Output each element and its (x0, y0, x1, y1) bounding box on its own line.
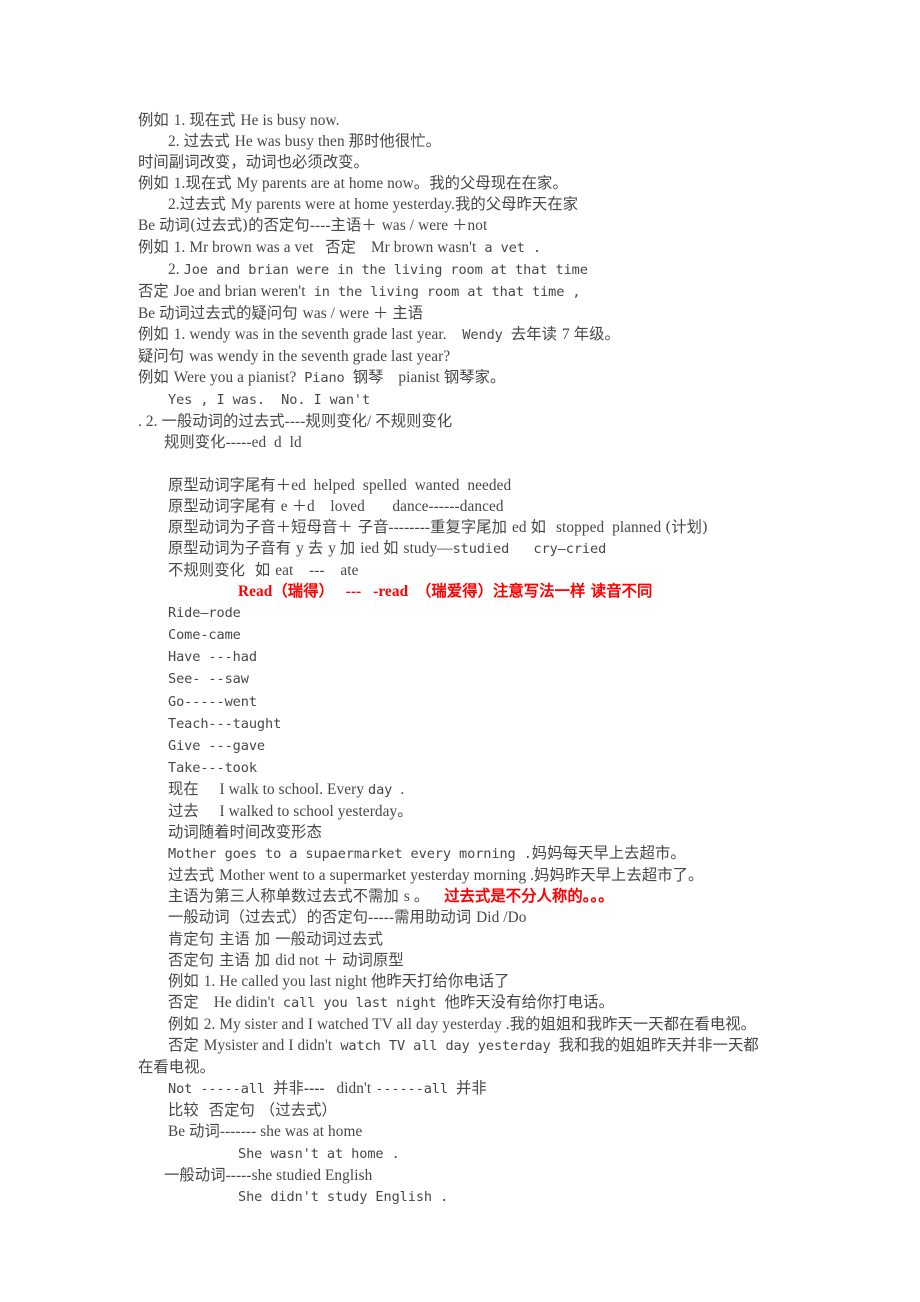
text-line: 疑问句 was wendy in the seventh grade last … (138, 347, 451, 366)
text-line: 原型动词为子音＋短母音＋ 子音--------重复字尾加 ed 如 stoppe… (168, 517, 709, 536)
text-line: 否定 He didin't call you last night 他昨天没有给… (168, 992, 614, 1011)
text-line: Yes , I was. No. I wan't (168, 392, 371, 409)
document-body: 例如 1. 现在式 He is busy now. 2. 过去式 He was … (138, 110, 838, 1208)
text-line: She wasn't at home . (238, 1145, 400, 1162)
text-line: Not -----all 并非---- didn't ------all 并非 (168, 1079, 487, 1098)
text-line: 主语为第三人称单数过去式不需加 s 。 过去式是不分人称的。。。 (168, 887, 614, 906)
text-line: 时间副词改变，动词也必须改变。 (138, 153, 369, 172)
text-line: 不规则变化 如 eat --- ate (168, 560, 359, 579)
text-line: 例如 1. 现在式 He is busy now. (138, 111, 340, 129)
text-line: 原型动词为子音有 y 去 y 加 ied 如 study—studied cry… (168, 538, 607, 557)
text-line: Ride—rode (168, 605, 241, 622)
text-line: 例如 1. Mr brown was a vet 否定 Mr brown was… (138, 237, 542, 256)
text-line: 例如 1. wendy was in the seventh grade las… (138, 324, 620, 343)
text-line: 比较 否定句 （过去式） (168, 1101, 337, 1120)
text-line: 例如 2. My sister and I watched TV all day… (168, 1014, 757, 1033)
text-line: Mother goes to a supaermarket every morn… (168, 844, 686, 863)
text-line: 过去 I walked to school yesterday。 (168, 802, 413, 820)
text-line: 一般动词-----she studied English (164, 1165, 373, 1184)
text-line: Take---took (168, 759, 257, 776)
text-line: 否定句 主语 加 did not ＋ 动词原型 (168, 950, 404, 969)
text-line: 2. Joe and brian were in the living room… (168, 260, 588, 278)
text-line: Be 动词过去式的疑问句 was / were ＋ 主语 (138, 303, 424, 322)
text-line: Be 动词------- she was at home (168, 1122, 363, 1141)
text-line: Have ---had (168, 649, 257, 666)
text-line: She didn't study English . (238, 1188, 449, 1205)
text-line: Be 动词(过去式)的否定句----主语＋ was / were ＋not (138, 216, 488, 235)
text-line: Come-came (168, 627, 241, 644)
text-line: 现在 I walk to school. Every day . (168, 779, 405, 798)
text-line: 2. 过去式 He was busy then 那时他很忙。 (168, 132, 442, 151)
text-line: . 2. 一般动词的过去式----规则变化/ 不规则变化 (138, 412, 453, 431)
text-line: 在看电视。 (138, 1058, 215, 1077)
text-line: 规则变化-----ed d ld (164, 433, 302, 452)
text-line: 一般动词（过去式）的否定句-----需用助动词 Did /Do (168, 908, 527, 927)
text-line: 例如 1. He called you last night 他昨天打给你电话了 (168, 971, 510, 990)
text-line: 否定 Joe and brian weren't in the living r… (138, 281, 581, 300)
text-line: See- --saw (168, 671, 249, 688)
text-line: 原型动词字尾有＋ed helped spelled wanted needed (168, 475, 512, 494)
text-line: 原型动词字尾有 e ＋d loved dance------danced (168, 496, 504, 515)
text-line-highlight: Read（瑞得） --- -read （瑞爱得）注意写法一样 读音不同 (238, 582, 653, 601)
text-line: 肯定句 主语 加 一般动词过去式 (168, 929, 384, 948)
text-line: Go-----went (168, 693, 257, 710)
text-line: 过去式 Mother went to a supermarket yesterd… (168, 866, 704, 885)
text-line: 例如 Were you a pianist? Piano 钢琴 pianist … (138, 368, 506, 387)
document-page: 例如 1. 现在式 He is busy now. 2. 过去式 He was … (0, 0, 920, 1302)
text-line: Teach---taught (168, 715, 282, 732)
text-line: 动词随着时间改变形态 (168, 823, 322, 842)
text-line: 否定 Mysister and I didn't watch TV all da… (168, 1036, 759, 1055)
text-line: Give ---gave (168, 737, 266, 754)
text-line: 例如 1.现在式 My parents are at home now。我的父母… (138, 174, 568, 193)
text-line: 2.过去式 My parents were at home yesterday.… (168, 195, 579, 214)
